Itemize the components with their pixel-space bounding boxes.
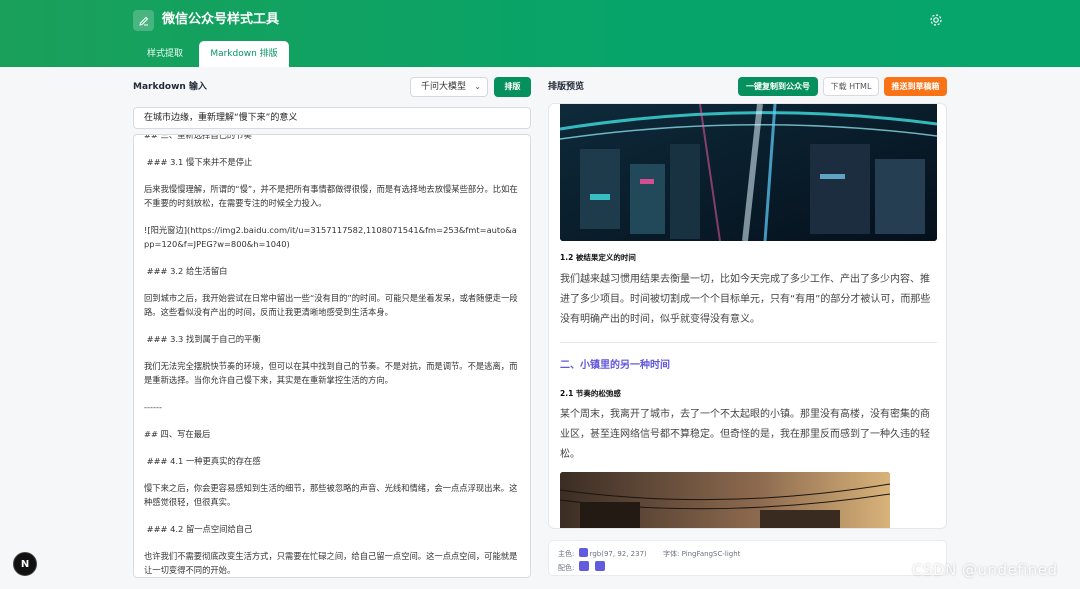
editor-label: Markdown 输入 bbox=[133, 82, 207, 92]
palette-label: 配色: bbox=[558, 564, 575, 572]
app-header: 微信公众号样式工具 样式提取 Markdown 排版 bbox=[0, 0, 1080, 67]
markdown-content: ## 三、重新选择自己的节奏 ### 3.1 慢下来并不是停止 后来我慢慢理解，… bbox=[144, 134, 518, 575]
app-title: 微信公众号样式工具 bbox=[162, 12, 280, 27]
title-input[interactable]: 在城市边缘，重新理解“慢下来”的意义 bbox=[133, 107, 531, 129]
preview-panel[interactable]: 1.2 被结果定义的时间 我们越来越习惯用结果去衡量一切，比如今天完成了多少工作… bbox=[548, 103, 947, 529]
style-info-bar: 主色: rgb(97, 92, 237) 字体: PingFangSC-ligh… bbox=[548, 540, 947, 576]
preview-paragraph-2-1: 某个周末，我离开了城市，去了一个不太起眼的小镇。那里没有高楼，没有密集的商业区，… bbox=[560, 409, 930, 460]
download-html-button[interactable]: 下载 HTML bbox=[823, 77, 879, 96]
preview-paragraph-1-2: 我们越来越习惯用结果去衡量一切，比如今天完成了多少工作、产出了多少内容、推进了多… bbox=[560, 274, 931, 325]
chevron-down-icon: ⌄ bbox=[474, 82, 481, 91]
preview-divider bbox=[560, 342, 937, 343]
floating-action-button[interactable]: N bbox=[13, 552, 37, 576]
watermark: CSDN @undefined bbox=[912, 561, 1058, 579]
font-value: PingFangSC-light bbox=[681, 550, 741, 558]
main-color-row: 主色: rgb(97, 92, 237) 字体: PingFangSC-ligh… bbox=[558, 548, 740, 559]
model-select-value: 千问大模型 bbox=[421, 82, 467, 92]
model-select[interactable]: 千问大模型 ⌄ bbox=[410, 77, 488, 97]
tab-style-extract[interactable]: 样式提取 bbox=[133, 41, 197, 67]
main-color-value: rgb(97, 92, 237) bbox=[589, 550, 647, 558]
preview-heading-2: 二、小镇里的另一种时间 bbox=[560, 360, 670, 371]
town-image bbox=[560, 472, 890, 528]
preview-label: 排版预览 bbox=[548, 82, 585, 92]
gear-icon[interactable] bbox=[928, 12, 944, 28]
push-to-draft-button[interactable]: 推送到草稿箱 bbox=[884, 77, 947, 96]
tab-markdown-format[interactable]: Markdown 排版 bbox=[199, 41, 289, 67]
format-button[interactable]: 排版 bbox=[494, 77, 531, 97]
preview-heading-2-1: 2.1 节奏的松弛感 bbox=[560, 389, 621, 398]
palette-swatch-2[interactable] bbox=[594, 561, 605, 571]
palette-swatch-1[interactable] bbox=[578, 561, 589, 571]
palette-row: 配色: bbox=[558, 561, 607, 573]
markdown-editor[interactable]: ## 三、重新选择自己的节奏 ### 3.1 慢下来并不是停止 后来我慢慢理解，… bbox=[133, 134, 531, 578]
main-color-swatch bbox=[578, 548, 588, 557]
edit-icon bbox=[133, 10, 154, 31]
preview-heading-1-2: 1.2 被结果定义的时间 bbox=[560, 253, 636, 262]
city-image bbox=[560, 104, 937, 241]
main-color-label: 主色: bbox=[558, 550, 575, 558]
font-label: 字体: bbox=[663, 550, 680, 558]
copy-to-wechat-button[interactable]: 一键复制到公众号 bbox=[738, 77, 818, 96]
